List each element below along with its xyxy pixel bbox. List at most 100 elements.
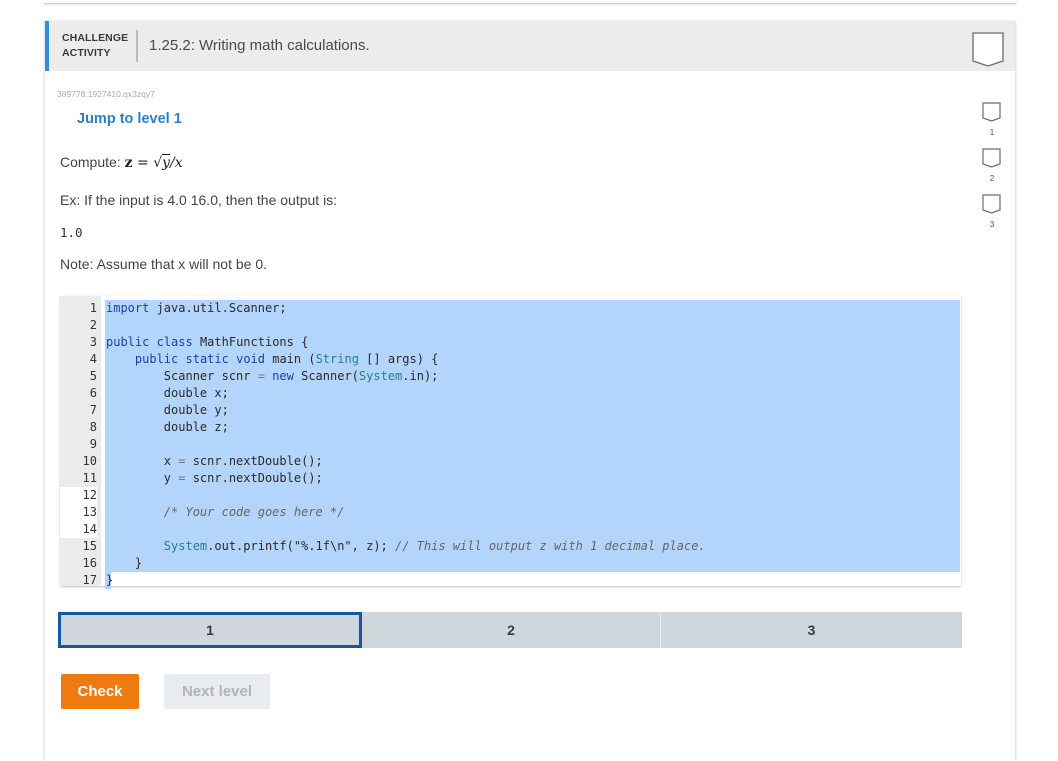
- code-token: public: [106, 335, 150, 349]
- formula-equals: =: [137, 155, 149, 171]
- code-token: .out.printf("%.1f\n", z);: [207, 539, 395, 553]
- code-text: y = scnr.nextDouble();: [106, 470, 323, 487]
- level-tab-2[interactable]: 2: [362, 612, 660, 648]
- level-badge-icon: [982, 194, 1001, 214]
- code-line[interactable]: 4 public static void main (String [] arg…: [60, 351, 961, 368]
- next-level-button[interactable]: Next level: [164, 674, 270, 709]
- selection-highlight: [105, 402, 960, 419]
- selection-highlight: [105, 419, 960, 436]
- sqrt-symbol-icon: √: [153, 155, 163, 171]
- code-token: scnr.nextDouble();: [185, 454, 323, 468]
- code-token: String: [315, 352, 359, 366]
- line-number: 11: [82, 471, 97, 485]
- code-token: main (: [265, 352, 316, 366]
- code-token: double y;: [163, 403, 229, 417]
- activity-type-label: CHALLENGE ACTIVITY: [62, 31, 128, 61]
- activity-id: 389778.1927410.qx3zqy7: [57, 89, 155, 99]
- code-text: double y;: [106, 402, 229, 419]
- code-line[interactable]: 12: [60, 487, 961, 504]
- selection-highlight: [105, 487, 960, 504]
- selection-highlight: [105, 436, 960, 453]
- code-text: public class MathFunctions {: [106, 334, 308, 351]
- selection-highlight: [105, 385, 960, 402]
- code-text: public static void main (String [] args)…: [106, 351, 439, 368]
- selection-highlight: [105, 555, 960, 572]
- side-level-3: 3: [981, 193, 1003, 239]
- code-line[interactable]: 3 public class MathFunctions {: [60, 334, 961, 351]
- code-line[interactable]: 5 Scanner scnr = new Scanner(System.in);: [60, 368, 961, 385]
- code-line[interactable]: 7 double y;: [60, 402, 961, 419]
- activity-type-line1: CHALLENGE: [62, 32, 129, 44]
- code-text: /* Your code goes here */: [106, 504, 345, 521]
- side-level-badges: 1 2 3: [981, 101, 1003, 239]
- code-line[interactable]: 6 double x;: [60, 385, 961, 402]
- formula-radicand: y: [162, 154, 171, 171]
- code-line[interactable]: 15 System.out.printf("%.1f\n", z); // Th…: [60, 538, 961, 555]
- previous-card-edge: [44, 0, 1016, 4]
- code-token: }: [106, 573, 114, 587]
- code-editor[interactable]: 1 import java.util.Scanner; 2 3 public class…: [60, 296, 961, 589]
- code-token: new: [272, 369, 294, 383]
- level-progress-bar: 1 2 3: [58, 612, 962, 648]
- line-number: 17: [82, 573, 97, 587]
- code-line[interactable]: 8 double z;: [60, 419, 961, 436]
- line-number: 13: [60, 504, 97, 521]
- completion-badge-icon: [972, 32, 1004, 67]
- line-number: 10: [82, 454, 97, 468]
- header-divider: [136, 30, 138, 62]
- code-token: public: [134, 352, 179, 366]
- formula-divisor: /x: [170, 155, 183, 171]
- code-line[interactable]: 1 import java.util.Scanner;: [60, 300, 961, 317]
- jump-to-level-link[interactable]: Jump to level 1: [77, 111, 182, 127]
- code-text: x = scnr.nextDouble();: [106, 453, 323, 470]
- code-text: import java.util.Scanner;: [106, 300, 287, 317]
- code-token: Scanner scnr: [163, 369, 258, 383]
- code-text: double z;: [106, 419, 229, 436]
- line-number: 14: [60, 521, 97, 538]
- line-number: 3: [89, 335, 97, 349]
- level-tab-3[interactable]: 3: [661, 612, 962, 648]
- code-token: java.util.Scanner;: [149, 301, 287, 315]
- level-tab-1[interactable]: 1: [58, 612, 362, 648]
- code-line[interactable]: 16 }: [60, 555, 961, 572]
- code-line[interactable]: 13 /* Your code goes here */: [60, 504, 961, 521]
- code-line[interactable]: 11 y = scnr.nextDouble();: [60, 470, 961, 487]
- challenge-activity-card: CHALLENGE ACTIVITY 1.25.2: Writing math …: [44, 21, 1016, 761]
- code-line[interactable]: 17}: [60, 572, 961, 589]
- side-level-label: 2: [989, 174, 995, 183]
- code-token: =: [257, 369, 265, 383]
- line-number: 2: [89, 318, 97, 332]
- example-output: 1.0: [60, 225, 83, 240]
- level-badge-icon: [982, 102, 1001, 122]
- code-token: // This will output z with 1 decimal pla…: [395, 539, 706, 553]
- code-token: y: [163, 471, 179, 485]
- code-text: double x;: [106, 385, 229, 402]
- code-token: void: [236, 352, 265, 366]
- code-token: import: [106, 301, 150, 315]
- code-token: System: [358, 369, 403, 383]
- code-text: }: [106, 572, 113, 589]
- code-line[interactable]: 14: [60, 521, 961, 538]
- formula: z = √y/x: [125, 154, 183, 171]
- code-line[interactable]: 9: [60, 436, 961, 453]
- code-line[interactable]: 2: [60, 317, 961, 334]
- check-button[interactable]: Check: [61, 674, 139, 709]
- code-token: class: [156, 335, 193, 349]
- code-line[interactable]: 10 x = scnr.nextDouble();: [60, 453, 961, 470]
- compute-label: Compute:: [60, 154, 121, 170]
- line-number: 16: [82, 556, 97, 570]
- activity-title: 1.25.2: Writing math calculations.: [149, 37, 370, 54]
- code-token: double x;: [163, 386, 229, 400]
- line-number: 8: [89, 420, 97, 434]
- code-text: Scanner scnr = new Scanner(System.in);: [106, 368, 439, 385]
- code-token: /* Your code goes here */: [163, 505, 345, 519]
- line-number: 12: [60, 487, 97, 504]
